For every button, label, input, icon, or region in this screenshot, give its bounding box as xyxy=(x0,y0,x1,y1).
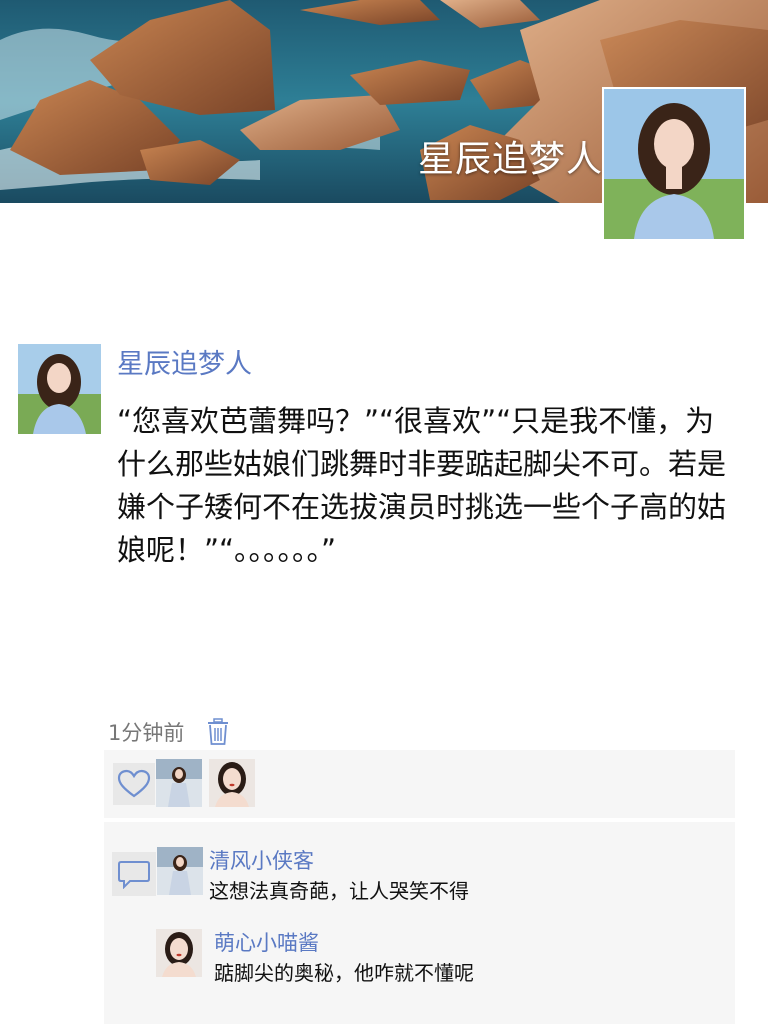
trash-icon[interactable] xyxy=(206,718,230,746)
liker-avatar[interactable] xyxy=(156,759,202,807)
post-author-avatar[interactable] xyxy=(18,344,101,434)
comment-bubble-icon[interactable] xyxy=(112,852,156,896)
moments-page: 星辰追梦人 星辰追梦人 “您喜欢芭蕾舞吗？”“很喜欢”“只是我不懂，为什么那些姑… xyxy=(0,0,768,1024)
heart-icon[interactable] xyxy=(113,763,155,805)
comment-text: 这想法真奇葩，让人哭笑不得 xyxy=(209,879,469,903)
comment-author[interactable]: 萌心小喵酱 xyxy=(214,927,319,957)
post-text: “您喜欢芭蕾舞吗？”“很喜欢”“只是我不懂，为什么那些姑娘们跳舞时非要踮起脚尖不… xyxy=(117,404,727,567)
comment-text: 踮脚尖的奥秘，他咋就不懂呢 xyxy=(214,961,474,985)
comment-author[interactable]: 清风小侠客 xyxy=(209,845,314,875)
comments-panel: 清风小侠客 这想法真奇葩，让人哭笑不得 萌心小喵酱 踮脚尖的奥秘，他咋就不懂呢 xyxy=(104,822,735,1024)
likes-panel xyxy=(104,750,735,818)
liker-avatar[interactable] xyxy=(209,759,255,807)
post-time: 1分钟前 xyxy=(108,721,185,745)
profile-avatar[interactable] xyxy=(602,87,746,241)
post-author-name[interactable]: 星辰追梦人 xyxy=(117,342,252,381)
commenter-avatar[interactable] xyxy=(156,929,202,977)
post-meta: 1分钟前 xyxy=(108,717,230,747)
commenter-avatar[interactable] xyxy=(157,847,203,895)
cover-username: 星辰追梦人 xyxy=(417,139,603,180)
